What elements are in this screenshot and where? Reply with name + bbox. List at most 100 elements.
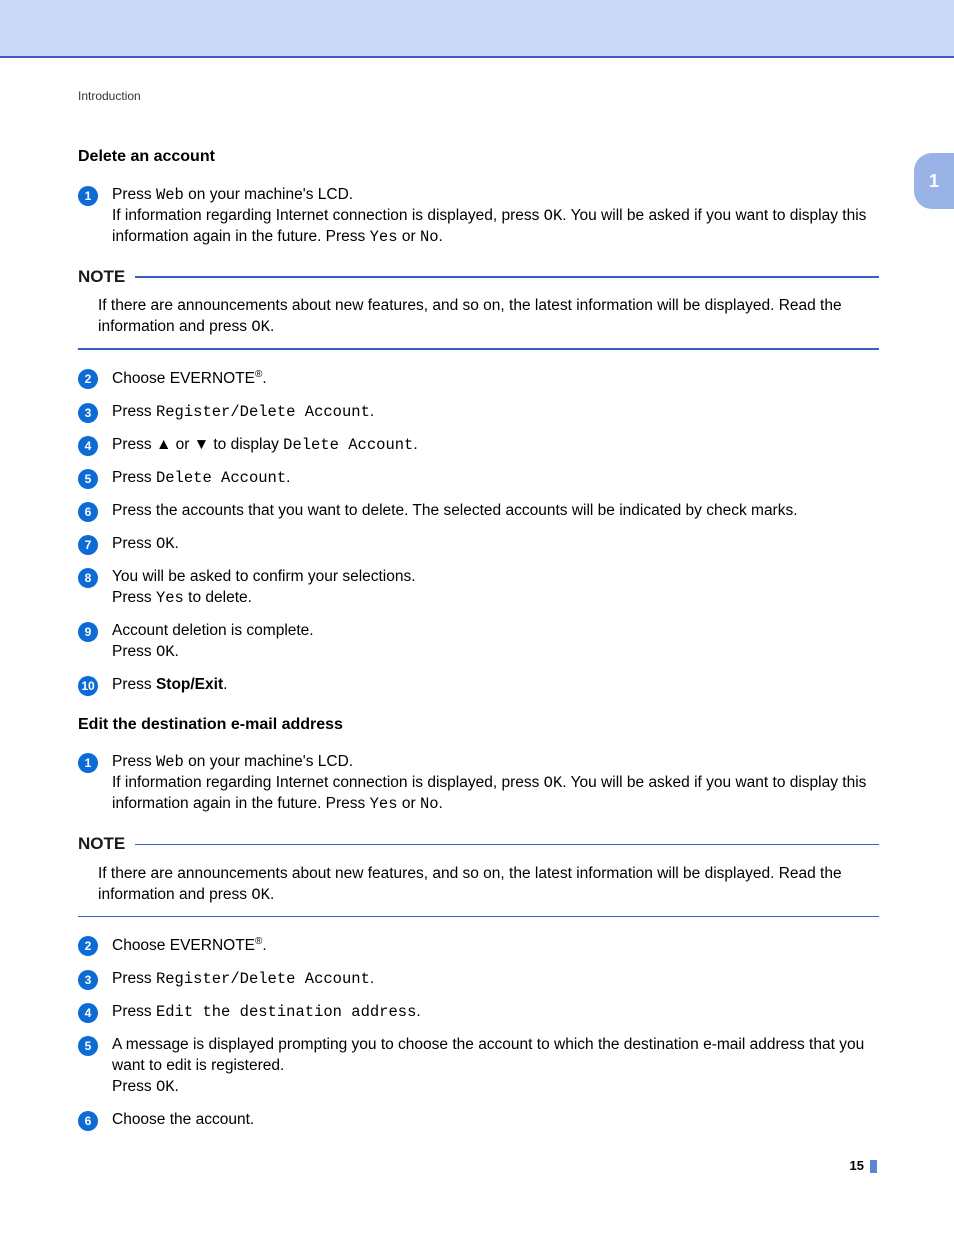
text: Press xyxy=(112,436,156,453)
note-title-row: NOTE xyxy=(78,266,879,289)
note-block: NOTE If there are announcements about ne… xyxy=(78,266,879,350)
step-body: Press Stop/Exit. xyxy=(112,675,879,696)
text: Press xyxy=(112,676,156,693)
step-bullet: 6 xyxy=(78,1111,98,1131)
step-body: Choose the account. xyxy=(112,1110,879,1131)
list-item: 6 Press the accounts that you want to de… xyxy=(78,501,879,522)
text: Press xyxy=(112,970,156,987)
text: . xyxy=(175,1078,179,1095)
text: . xyxy=(262,370,266,387)
list-item: 4 Press ▲ or ▼ to display Delete Account… xyxy=(78,435,879,456)
steps-edit: 1 Press Web on your machine's LCD. If in… xyxy=(78,752,879,815)
page-number: 15 xyxy=(78,1157,879,1175)
down-arrow-icon: ▼ xyxy=(194,436,209,453)
mono-text: OK xyxy=(544,207,563,225)
heading-edit-email: Edit the destination e-mail address xyxy=(78,714,879,736)
mono-text: OK xyxy=(156,535,175,553)
mono-text: No xyxy=(420,795,439,813)
list-item: 6 Choose the account. xyxy=(78,1110,879,1131)
step-body: Press Edit the destination address. xyxy=(112,1002,879,1023)
step-bullet: 4 xyxy=(78,436,98,456)
text: . xyxy=(270,886,274,903)
text: . xyxy=(286,469,290,486)
step-body: Choose EVERNOTE®. xyxy=(112,935,879,957)
text: Press xyxy=(112,535,156,552)
up-arrow-icon: ▲ xyxy=(156,436,171,453)
note-rule xyxy=(78,916,879,918)
step-body: Press Register/Delete Account. xyxy=(112,969,879,990)
mono-text: OK xyxy=(251,886,270,904)
list-item: 7 Press OK. xyxy=(78,534,879,555)
step-bullet: 6 xyxy=(78,502,98,522)
text: Press xyxy=(112,186,156,203)
step-body: Press Delete Account. xyxy=(112,468,879,489)
note-rule xyxy=(78,348,879,350)
mono-text: Register/Delete Account xyxy=(156,970,370,988)
text: If information regarding Internet connec… xyxy=(112,774,544,791)
step-body: Press Web on your machine's LCD. If info… xyxy=(112,185,879,248)
step-bullet: 3 xyxy=(78,403,98,423)
text: . xyxy=(270,318,274,335)
text: Press xyxy=(112,753,156,770)
text: A message is displayed prompting you to … xyxy=(112,1036,864,1074)
text: . xyxy=(370,403,374,420)
note-rule xyxy=(135,276,879,278)
list-item: 9 Account deletion is complete. Press OK… xyxy=(78,621,879,663)
page-tick-icon xyxy=(870,1160,877,1173)
step-bullet: 4 xyxy=(78,1003,98,1023)
text: . xyxy=(370,970,374,987)
step-bullet: 8 xyxy=(78,568,98,588)
list-item: 1 Press Web on your machine's LCD. If in… xyxy=(78,752,879,815)
text: Press xyxy=(112,643,156,660)
step-bullet: 5 xyxy=(78,469,98,489)
list-item: 10 Press Stop/Exit. xyxy=(78,675,879,696)
note-body: If there are announcements about new fea… xyxy=(78,296,879,338)
text: or xyxy=(171,436,193,453)
header-band xyxy=(0,0,954,58)
list-item: 2 Choose EVERNOTE®. xyxy=(78,935,879,957)
step-body: Choose EVERNOTE®. xyxy=(112,368,879,390)
list-item: 3 Press Register/Delete Account. xyxy=(78,402,879,423)
mono-text: OK xyxy=(156,1078,175,1096)
mono-text: Edit the destination address xyxy=(156,1003,416,1021)
note-title: NOTE xyxy=(78,833,125,856)
text: Press xyxy=(112,403,156,420)
note-rule xyxy=(135,844,879,846)
text: . xyxy=(413,436,417,453)
list-item: 8 You will be asked to confirm your sele… xyxy=(78,567,879,609)
list-item: 4 Press Edit the destination address. xyxy=(78,1002,879,1023)
page-content: Introduction 1 Delete an account 1 Press… xyxy=(0,58,954,1215)
text: . xyxy=(223,676,227,693)
text: on your machine's LCD. xyxy=(184,186,353,203)
mono-text: Yes xyxy=(156,589,184,607)
mono-text: Delete Account xyxy=(156,469,286,487)
mono-text: Web xyxy=(156,186,184,204)
step-body: Account deletion is complete. Press OK. xyxy=(112,621,879,663)
text: If there are announcements about new fea… xyxy=(98,865,842,903)
note-block: NOTE If there are announcements about ne… xyxy=(78,833,879,917)
text: to delete. xyxy=(184,589,252,606)
note-title: NOTE xyxy=(78,266,125,289)
page-number-text: 15 xyxy=(850,1158,864,1173)
text: . xyxy=(439,795,443,812)
mono-text: Register/Delete Account xyxy=(156,403,370,421)
mono-text: Web xyxy=(156,753,184,771)
mono-text: OK xyxy=(544,774,563,792)
list-item: 1 Press Web on your machine's LCD. If in… xyxy=(78,185,879,248)
step-bullet: 7 xyxy=(78,535,98,555)
list-item: 5 A message is displayed prompting you t… xyxy=(78,1035,879,1098)
step-bullet: 9 xyxy=(78,622,98,642)
note-body: If there are announcements about new fea… xyxy=(78,864,879,906)
text: If information regarding Internet connec… xyxy=(112,207,544,224)
mono-text: Yes xyxy=(370,228,398,246)
text: to display xyxy=(209,436,283,453)
step-bullet: 1 xyxy=(78,186,98,206)
step-bullet: 2 xyxy=(78,369,98,389)
list-item: 2 Choose EVERNOTE®. xyxy=(78,368,879,390)
heading-delete-account: Delete an account xyxy=(78,146,879,168)
step-body: Press OK. xyxy=(112,534,879,555)
text: . xyxy=(439,228,443,245)
list-item: 5 Press Delete Account. xyxy=(78,468,879,489)
text: If there are announcements about new fea… xyxy=(98,297,842,335)
mono-text: OK xyxy=(251,318,270,336)
